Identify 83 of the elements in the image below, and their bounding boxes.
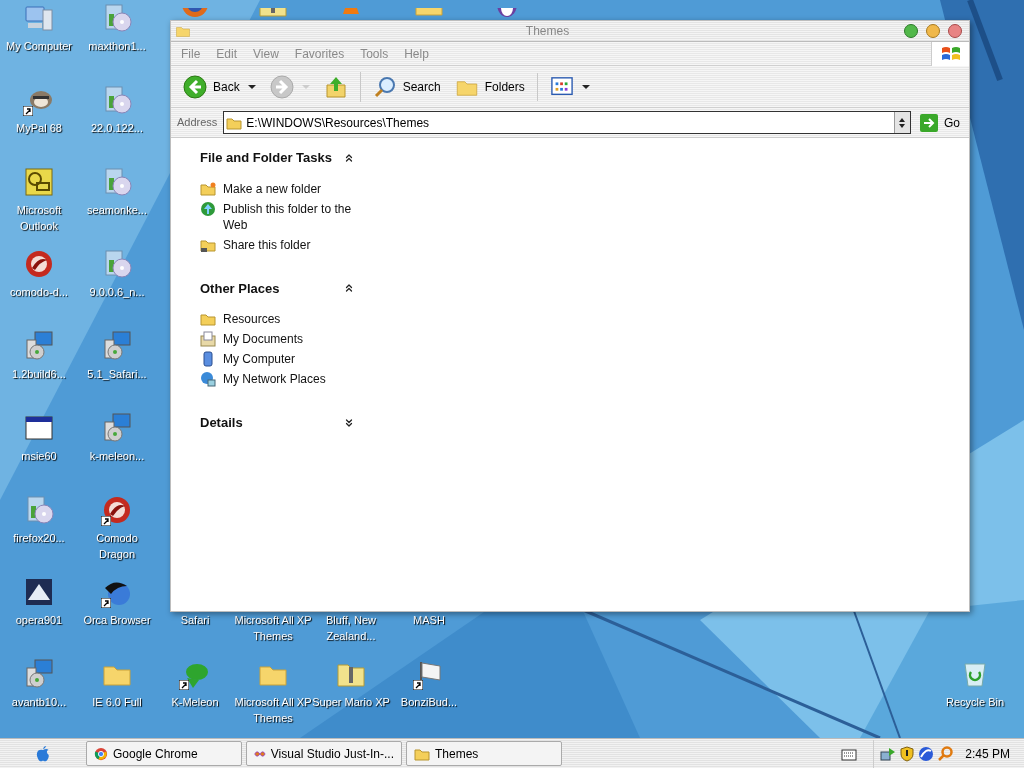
icon-label[interactable]: Bluff, New Zealand... [312, 612, 390, 644]
icon-label[interactable]: 9.0.0.6_n... [89, 284, 145, 300]
search-button[interactable]: Search [368, 71, 445, 102]
icon-label[interactable]: IE 6.0 Full [92, 694, 142, 710]
close-button[interactable] [948, 24, 962, 38]
icon-label[interactable]: Orca Browser [83, 612, 151, 628]
views-icon [549, 75, 574, 98]
menu-item[interactable]: Edit [216, 44, 238, 63]
icon-label[interactable]: k-meleon... [89, 448, 145, 464]
search-icon[interactable] [937, 745, 954, 762]
folder-icon [200, 311, 216, 327]
task-section-title[interactable]: Details [200, 413, 243, 433]
shortcut-arrow-icon [413, 680, 423, 690]
collapse-chevron-icon[interactable] [343, 282, 355, 295]
expand-chevron-icon[interactable] [343, 416, 355, 429]
shortcut-arrow-icon [23, 106, 33, 116]
icon-label[interactable]: msie60 [21, 448, 57, 464]
icon-label[interactable]: avantb10... [11, 694, 67, 710]
address-field[interactable]: E:\WINDOWS\Resources\Themes [223, 111, 911, 134]
shortcut-arrow-icon [101, 516, 111, 526]
keyboard-icon[interactable] [841, 746, 858, 761]
icon-label[interactable]: 1.2build6... [12, 366, 66, 382]
search-icon [372, 74, 397, 99]
icon-label[interactable]: 22.0.122... [91, 120, 143, 136]
documents-icon [200, 331, 216, 347]
dropdown-caret-icon[interactable] [581, 84, 590, 89]
apple-logo-icon[interactable] [35, 744, 51, 763]
task-link[interactable]: My Documents [223, 331, 304, 347]
task-link[interactable]: Resources [223, 311, 281, 327]
menu-item[interactable]: Favorites [294, 44, 345, 63]
minimize-button[interactable] [926, 24, 940, 38]
icon-label[interactable]: Comodo Dragon [78, 530, 156, 562]
task-link[interactable]: My Network Places [223, 371, 326, 387]
folders-button[interactable]: Folders [450, 71, 529, 102]
icon-label[interactable]: Microsoft All XP Themes [234, 612, 312, 644]
zoom-button[interactable] [904, 24, 918, 38]
icon-label[interactable]: K-Meleon [171, 694, 219, 710]
shield-icon[interactable] [899, 745, 916, 762]
task-link[interactable]: Publish this folder to the Web [223, 200, 355, 233]
menu-item[interactable]: Help [404, 44, 429, 63]
zipped-folder-icon [257, 8, 289, 20]
task-section-title[interactable]: Other Places [200, 278, 280, 298]
icon-label[interactable]: maxthon1... [88, 38, 146, 54]
icon-label[interactable]: Safari [180, 612, 210, 628]
icon-label[interactable]: Microsoft Outlook [0, 202, 78, 234]
icon-label[interactable]: opera901 [15, 612, 63, 628]
icon-label[interactable]: Recycle Bin [945, 694, 1005, 710]
windows-logo-icon [940, 44, 961, 63]
network-status-icon[interactable] [880, 745, 897, 762]
task-link[interactable]: My Computer [223, 351, 296, 367]
icon-label[interactable]: seamonke... [87, 202, 147, 218]
menu-item[interactable]: View [253, 44, 279, 63]
globe-icon[interactable] [918, 745, 935, 762]
icon-label[interactable]: MASH [413, 612, 445, 628]
task-section-title[interactable]: File and Folder Tasks [200, 148, 332, 168]
taskbar-button[interactable]: Themes [406, 741, 562, 766]
icon-label[interactable]: 5.1_Safari... [87, 366, 147, 382]
shortcut-arrow-icon [179, 680, 189, 690]
clock[interactable]: 2:45 PM [965, 744, 1010, 763]
taskbar-button[interactable]: Visual Studio Just-In-... [246, 741, 402, 766]
icon-label[interactable]: My Computer [6, 38, 72, 54]
taskbar-button[interactable]: Google Chrome [86, 741, 242, 766]
icon-label[interactable]: firefox20... [13, 530, 65, 546]
icon-label[interactable]: BonziBud... [400, 694, 458, 710]
icon-label[interactable]: Microsoft All XP Themes [234, 694, 312, 726]
icon-label[interactable]: MyPal 68 [16, 120, 62, 136]
new-folder-icon [200, 180, 216, 197]
menu-item[interactable]: Tools [360, 44, 389, 63]
icon-label[interactable]: Super Mario XP [312, 694, 390, 710]
back-button[interactable]: Back [179, 71, 244, 102]
task-link[interactable]: Make a new folder [223, 180, 322, 197]
chrome-logo-icon [94, 746, 108, 761]
computer-icon [200, 351, 216, 367]
menu-item[interactable]: File [181, 44, 201, 63]
go-button[interactable]: Go [917, 113, 963, 132]
task-link[interactable]: Share this folder [223, 236, 311, 253]
globe-icon [200, 200, 216, 217]
dropdown-caret-icon[interactable] [247, 84, 256, 89]
shortcut-arrow-icon [101, 598, 111, 608]
network-icon [200, 371, 216, 387]
icon-label[interactable]: comodo-d... [9, 284, 69, 300]
window-title: Themes [524, 23, 571, 40]
address-label: Address [177, 115, 218, 131]
